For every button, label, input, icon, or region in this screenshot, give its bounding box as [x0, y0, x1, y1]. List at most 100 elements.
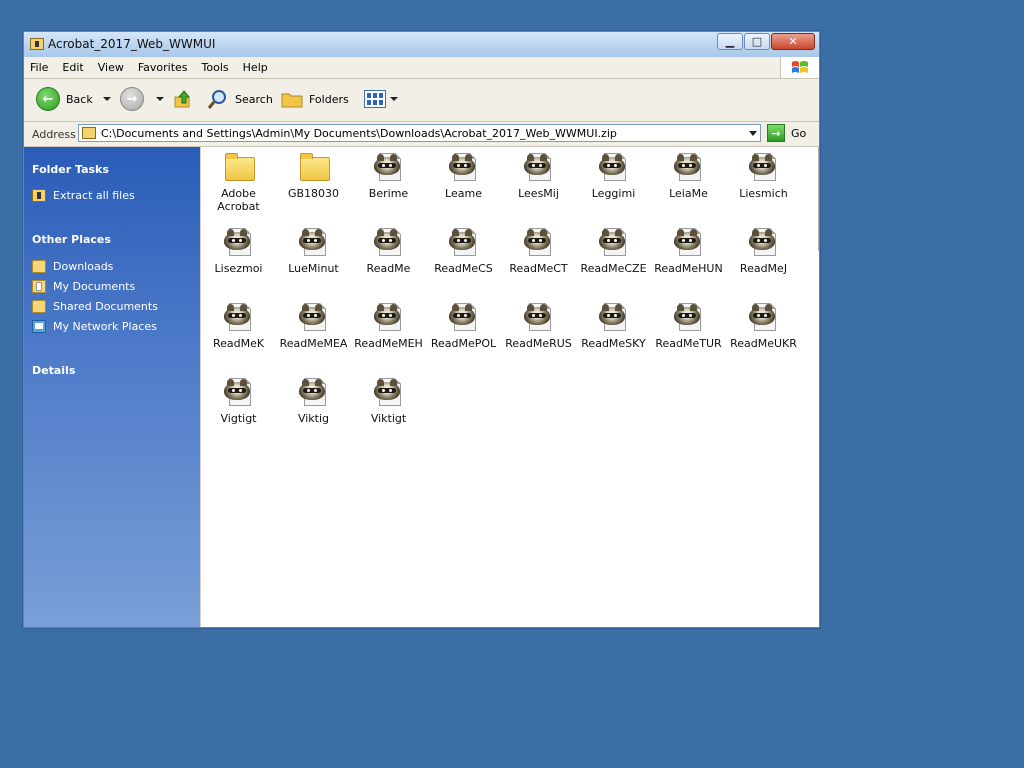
task-label: Extract all files: [53, 189, 135, 202]
raccoon-document-icon: [523, 151, 555, 183]
views-icon: [364, 90, 386, 108]
file-item[interactable]: ReadMeTUR: [651, 301, 726, 350]
file-item[interactable]: ReadMeMEH: [351, 301, 426, 350]
folder-icon: [32, 300, 46, 313]
raccoon-document-icon: [223, 226, 255, 258]
place-downloads[interactable]: Downloads: [32, 260, 113, 273]
file-item[interactable]: LeesMij: [501, 151, 576, 200]
raccoon-document-icon: [298, 376, 330, 408]
raccoon-document-icon: [223, 376, 255, 408]
file-item[interactable]: LueMinut: [276, 226, 351, 275]
back-arrow-icon: ←: [36, 87, 60, 111]
file-item[interactable]: ReadMeCZE: [576, 226, 651, 275]
file-item[interactable]: Leggimi: [576, 151, 651, 200]
search-button[interactable]: Search: [207, 87, 273, 111]
folder-item[interactable]: GB18030: [276, 151, 351, 200]
place-my-documents[interactable]: My Documents: [32, 280, 135, 293]
file-name: ReadMeJ: [739, 262, 788, 275]
views-dropdown-icon: [390, 97, 398, 101]
file-item[interactable]: LeiaMe: [651, 151, 726, 200]
menu-tools[interactable]: Tools: [202, 61, 229, 74]
file-item[interactable]: ReadMeJ: [726, 226, 801, 275]
file-item[interactable]: ReadMePOL: [426, 301, 501, 350]
forward-dropdown-icon[interactable]: [156, 97, 164, 101]
file-item[interactable]: Viktigt: [351, 376, 426, 425]
standard-toolbar: ← Back → Search Folders: [24, 79, 819, 122]
menu-favorites[interactable]: Favorites: [138, 61, 188, 74]
up-folder-button[interactable]: [173, 87, 193, 111]
file-item[interactable]: ReadMeK: [201, 301, 276, 350]
go-button[interactable]: → Go: [767, 124, 806, 142]
back-dropdown-icon[interactable]: [102, 97, 111, 101]
scroll-edge: [818, 147, 819, 251]
raccoon-document-icon: [298, 226, 330, 258]
details-heading[interactable]: Details: [32, 364, 75, 377]
zip-icon: [32, 189, 46, 202]
file-item[interactable]: Leame: [426, 151, 501, 200]
other-places-heading[interactable]: Other Places: [32, 233, 111, 246]
file-name: ReadMeRUS: [505, 337, 572, 350]
raccoon-document-icon: [598, 301, 630, 333]
file-item[interactable]: ReadMe: [351, 226, 426, 275]
place-shared-documents[interactable]: Shared Documents: [32, 300, 158, 313]
raccoon-document-icon: [523, 226, 555, 258]
file-item[interactable]: Berime: [351, 151, 426, 200]
explorer-window: Acrobat_2017_Web_WWMUI ▁ □ ✕ File Edit V…: [23, 31, 820, 628]
file-item[interactable]: ReadMeUKR: [726, 301, 801, 350]
place-label: My Documents: [53, 280, 136, 293]
file-item[interactable]: ReadMeCS: [426, 226, 501, 275]
address-dropdown-icon[interactable]: [749, 131, 757, 136]
file-item[interactable]: Viktig: [276, 376, 351, 425]
file-item[interactable]: Vigtigt: [201, 376, 276, 425]
close-button[interactable]: ✕: [771, 33, 815, 50]
raccoon-document-icon: [448, 301, 480, 333]
file-view[interactable]: Adobe Acrobat GB18030 Berime Leame LeesMij Le…: [201, 147, 819, 627]
raccoon-document-icon: [673, 151, 705, 183]
file-item[interactable]: ReadMeCT: [501, 226, 576, 275]
folders-icon: [281, 93, 303, 108]
raccoon-document-icon: [298, 301, 330, 333]
go-label: Go: [791, 126, 807, 140]
folder-tasks-heading[interactable]: Folder Tasks: [32, 163, 109, 176]
close-icon: ✕: [788, 35, 798, 48]
folders-button[interactable]: Folders: [281, 87, 349, 111]
address-input[interactable]: C:\Documents and Settings\Admin\My Docum…: [78, 124, 761, 142]
file-item[interactable]: ReadMeMEA: [276, 301, 351, 350]
forward-button[interactable]: →: [120, 87, 164, 111]
folders-label: Folders: [309, 92, 349, 106]
raccoon-document-icon: [223, 301, 255, 333]
raccoon-document-icon: [673, 226, 705, 258]
views-button[interactable]: [364, 87, 398, 111]
raccoon-document-icon: [373, 226, 405, 258]
minimize-button[interactable]: ▁: [717, 33, 743, 50]
folder-icon: [32, 260, 46, 273]
window-title: Acrobat_2017_Web_WWMUI: [48, 37, 216, 51]
address-bar: Address C:\Documents and Settings\Admin\…: [24, 122, 819, 147]
up-folder-icon: [174, 90, 191, 108]
search-label: Search: [235, 92, 273, 106]
file-item[interactable]: ReadMeSKY: [576, 301, 651, 350]
file-name: ReadMeMEA: [279, 337, 348, 350]
folder-item[interactable]: Adobe Acrobat: [201, 151, 276, 213]
file-name: Leame: [445, 187, 482, 200]
menu-view[interactable]: View: [98, 61, 124, 74]
file-item[interactable]: ReadMeRUS: [501, 301, 576, 350]
file-name: LeesMij: [518, 187, 559, 200]
menu-file[interactable]: File: [30, 61, 48, 74]
file-name: Adobe Acrobat: [217, 187, 260, 213]
title-bar[interactable]: Acrobat_2017_Web_WWMUI ▁ □ ✕: [24, 32, 819, 58]
menu-help[interactable]: Help: [243, 61, 268, 74]
maximize-button[interactable]: □: [744, 33, 770, 50]
file-name: ReadMeCT: [509, 262, 568, 275]
place-my-network-places[interactable]: My Network Places: [32, 320, 157, 333]
file-item[interactable]: Liesmich: [726, 151, 801, 200]
task-extract-all-files[interactable]: Extract all files: [32, 189, 135, 202]
file-name: Berime: [368, 187, 409, 200]
file-name: ReadMeMEH: [354, 337, 423, 350]
raccoon-document-icon: [448, 151, 480, 183]
menu-edit[interactable]: Edit: [62, 61, 83, 74]
zip-folder-icon: [82, 127, 96, 139]
file-item[interactable]: Lisezmoi: [201, 226, 276, 275]
file-item[interactable]: ReadMeHUN: [651, 226, 726, 275]
back-button[interactable]: ← Back: [36, 87, 111, 111]
